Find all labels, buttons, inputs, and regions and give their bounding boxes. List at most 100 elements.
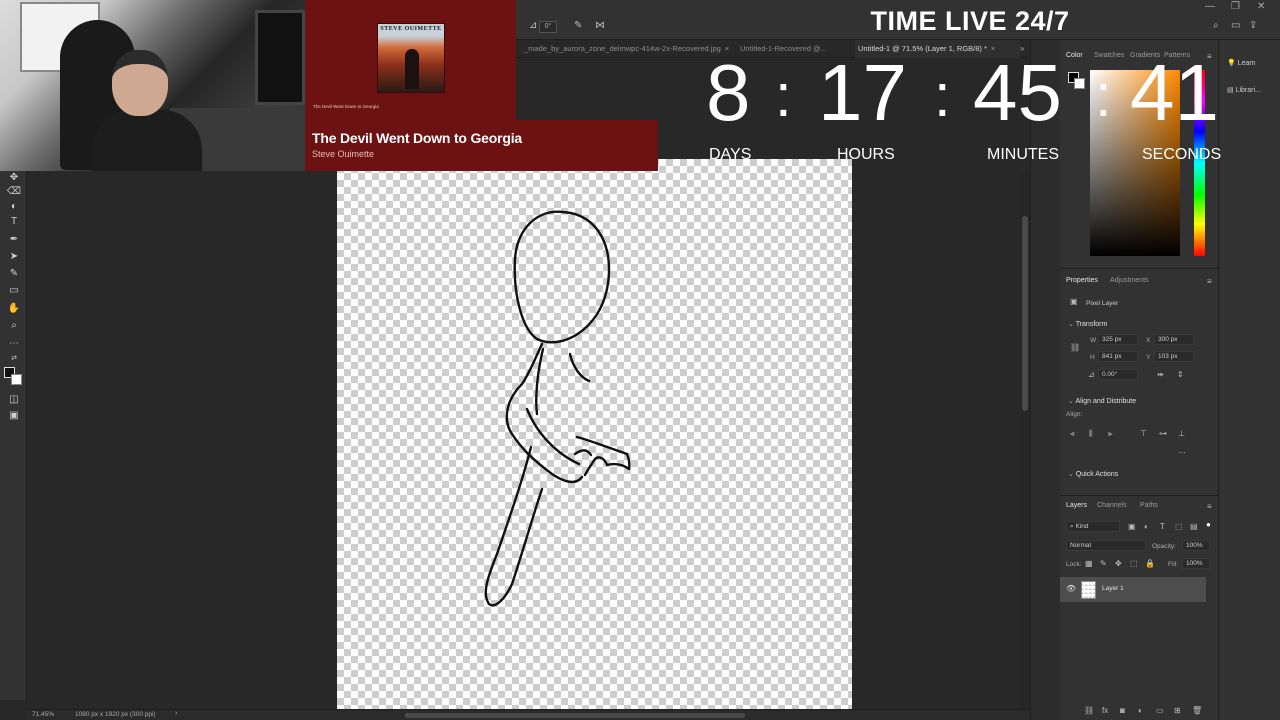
tab-channels[interactable]: Channels [1097,502,1127,509]
close-icon[interactable]: ✕ [1257,1,1265,12]
hue-slider[interactable] [1194,70,1205,256]
align-middle-icon[interactable]: ⊶ [1159,429,1167,439]
layer-style-icon[interactable]: fx [1102,706,1108,716]
pen-tool-icon[interactable]: ✒ [6,233,22,247]
album-art: STEVE OUIMETTE [377,23,445,93]
lock-pixels-icon[interactable]: ✎ [1100,559,1107,569]
workspace-icon[interactable]: ▭ [1231,20,1240,31]
eraser-tool-icon[interactable]: ⌫ [6,185,22,199]
status-menu-icon[interactable]: › [175,710,177,717]
width-field[interactable]: 325 px [1098,334,1138,345]
minimize-icon[interactable]: — [1205,1,1215,12]
move-tool-icon[interactable]: ✥ [6,171,22,185]
tab-adjustments[interactable]: Adjustments [1110,277,1149,284]
pressure-icon[interactable]: ✎ [574,20,582,31]
tab-layers[interactable]: Layers [1066,502,1087,509]
tab-patterns[interactable]: Patterns [1164,52,1190,59]
hand-tool-icon[interactable]: ✋ [6,302,22,316]
x-field[interactable]: 300 px [1154,334,1194,345]
visibility-eye-icon[interactable]: 👁 [1066,584,1076,593]
adjustment-layer-icon[interactable]: ◐ [1138,706,1143,716]
tab-swatches[interactable]: Swatches [1094,52,1124,59]
tab-properties[interactable]: Properties [1066,277,1098,284]
angle-input[interactable]: 0° [539,21,557,33]
new-group-icon[interactable]: ▭ [1156,706,1164,716]
more-options-icon[interactable]: ⋯ [1178,448,1186,458]
panel-menu-icon[interactable]: ≡ [1207,52,1212,62]
restore-icon[interactable]: ❐ [1231,1,1240,12]
zoom-tool-icon[interactable]: ⌕ [6,319,22,333]
opacity-field[interactable]: 100% [1182,540,1210,551]
filter-pixel-icon[interactable]: ▣ [1128,522,1136,532]
search-icon[interactable]: ⌕ [1213,20,1219,31]
path-selection-icon[interactable]: ➤ [6,250,22,264]
tab-document-3[interactable]: Untitled-1 @ 71.5% (Layer 1, RGB/8) * × [855,40,1020,58]
tab-document-1[interactable]: _made_by_aurora_zone_delmwpc-414w-2x-Rec… [521,40,731,58]
rotation-field[interactable]: 0.00° [1098,369,1138,380]
tab-label: Untitled-1 @ 71.5% (Layer 1, RGB/8) * [858,44,987,53]
align-top-icon[interactable]: ⊤ [1140,429,1147,439]
libraries-item[interactable]: ▤ Librari... [1227,86,1261,94]
flip-vertical-icon[interactable]: ⇕ [1177,370,1184,380]
color-picker-field[interactable] [1090,70,1180,256]
more-tabs-icon[interactable]: » [1020,40,1024,57]
filter-smart-object-icon[interactable]: ▤ [1190,522,1198,532]
height-field[interactable]: 841 px [1098,351,1138,362]
lock-all-icon[interactable]: 🔒 [1145,559,1155,569]
align-center-icon[interactable]: ⫼ [1089,429,1093,439]
filter-adjustment-icon[interactable]: ◐ [1144,522,1149,532]
gradient-tool-icon[interactable]: ◐ [6,200,22,214]
link-layers-icon[interactable]: ⛓ [1084,706,1094,716]
tab-paths[interactable]: Paths [1140,502,1158,509]
transform-section[interactable]: Transform [1068,320,1108,328]
tab-color[interactable]: Color [1066,52,1083,59]
panel-menu-icon[interactable]: ≡ [1207,277,1212,287]
panel-menu-icon[interactable]: ≡ [1207,502,1212,512]
filter-toggle-icon[interactable]: ● [1206,520,1211,530]
background-color[interactable] [11,374,22,385]
timer-colon: : [775,62,792,129]
filter-shape-icon[interactable]: ⬚ [1175,522,1183,532]
more-tools-icon[interactable]: ⋯ [6,337,22,351]
tab-gradients[interactable]: Gradients [1130,52,1160,59]
layer-name[interactable]: Layer 1 [1102,585,1124,592]
horizontal-scroll-thumb[interactable] [405,713,745,718]
lock-artboard-icon[interactable]: ⬚ [1130,559,1138,569]
quick-mask-icon[interactable]: ◫ [6,393,22,407]
lock-position-icon[interactable]: ✥ [1115,559,1122,569]
link-icon[interactable]: ⛓ [1070,343,1080,353]
close-tab-icon[interactable]: × [725,44,729,53]
swap-colors-icon[interactable]: ⇄ [6,352,22,366]
layer-row[interactable]: 👁 Layer 1 [1060,577,1206,602]
type-tool-icon[interactable]: T [6,215,22,229]
lock-transparency-icon[interactable]: ▦ [1085,559,1093,569]
y-field[interactable]: 103 px [1154,351,1194,362]
document-canvas[interactable] [337,159,852,709]
brush-tool-icon[interactable]: ✎ [6,267,22,281]
align-section[interactable]: Align and Distribute [1068,397,1136,405]
screen-mode-icon[interactable]: ▣ [6,409,22,423]
rectangle-tool-icon[interactable]: ▭ [6,284,22,298]
new-layer-icon[interactable]: ⊞ [1174,706,1181,716]
color-swatches[interactable] [4,367,24,387]
align-bottom-icon[interactable]: ⊥ [1178,429,1185,439]
layer-kind-filter[interactable]: ⌕ Kind [1066,521,1120,532]
learn-item[interactable]: 💡 Learn [1227,59,1256,67]
flip-horizontal-icon[interactable]: ⇹ [1157,370,1164,380]
vertical-scrollbar[interactable] [1020,171,1030,709]
add-mask-icon[interactable]: ◙ [1120,706,1125,716]
quick-actions-section[interactable]: Quick Actions [1068,470,1118,478]
tab-document-2[interactable]: Untitled-1-Recovered @... [737,40,855,58]
share-icon[interactable]: ⇪ [1249,20,1257,31]
filter-type-icon[interactable]: T [1160,522,1165,532]
zoom-level[interactable]: 71.45% [32,711,54,718]
close-tab-icon[interactable]: × [991,44,995,53]
vertical-scroll-thumb[interactable] [1022,216,1028,411]
delete-layer-icon[interactable]: 🗑 [1192,706,1202,716]
align-left-icon[interactable]: ⫷ [1070,429,1075,439]
color-panel-background[interactable] [1074,78,1085,89]
align-right-icon[interactable]: ⫸ [1108,429,1113,439]
symmetry-icon[interactable]: ⋈ [595,20,605,31]
fill-field[interactable]: 100% [1182,558,1210,569]
blend-mode-select[interactable]: Normal [1066,540,1146,551]
